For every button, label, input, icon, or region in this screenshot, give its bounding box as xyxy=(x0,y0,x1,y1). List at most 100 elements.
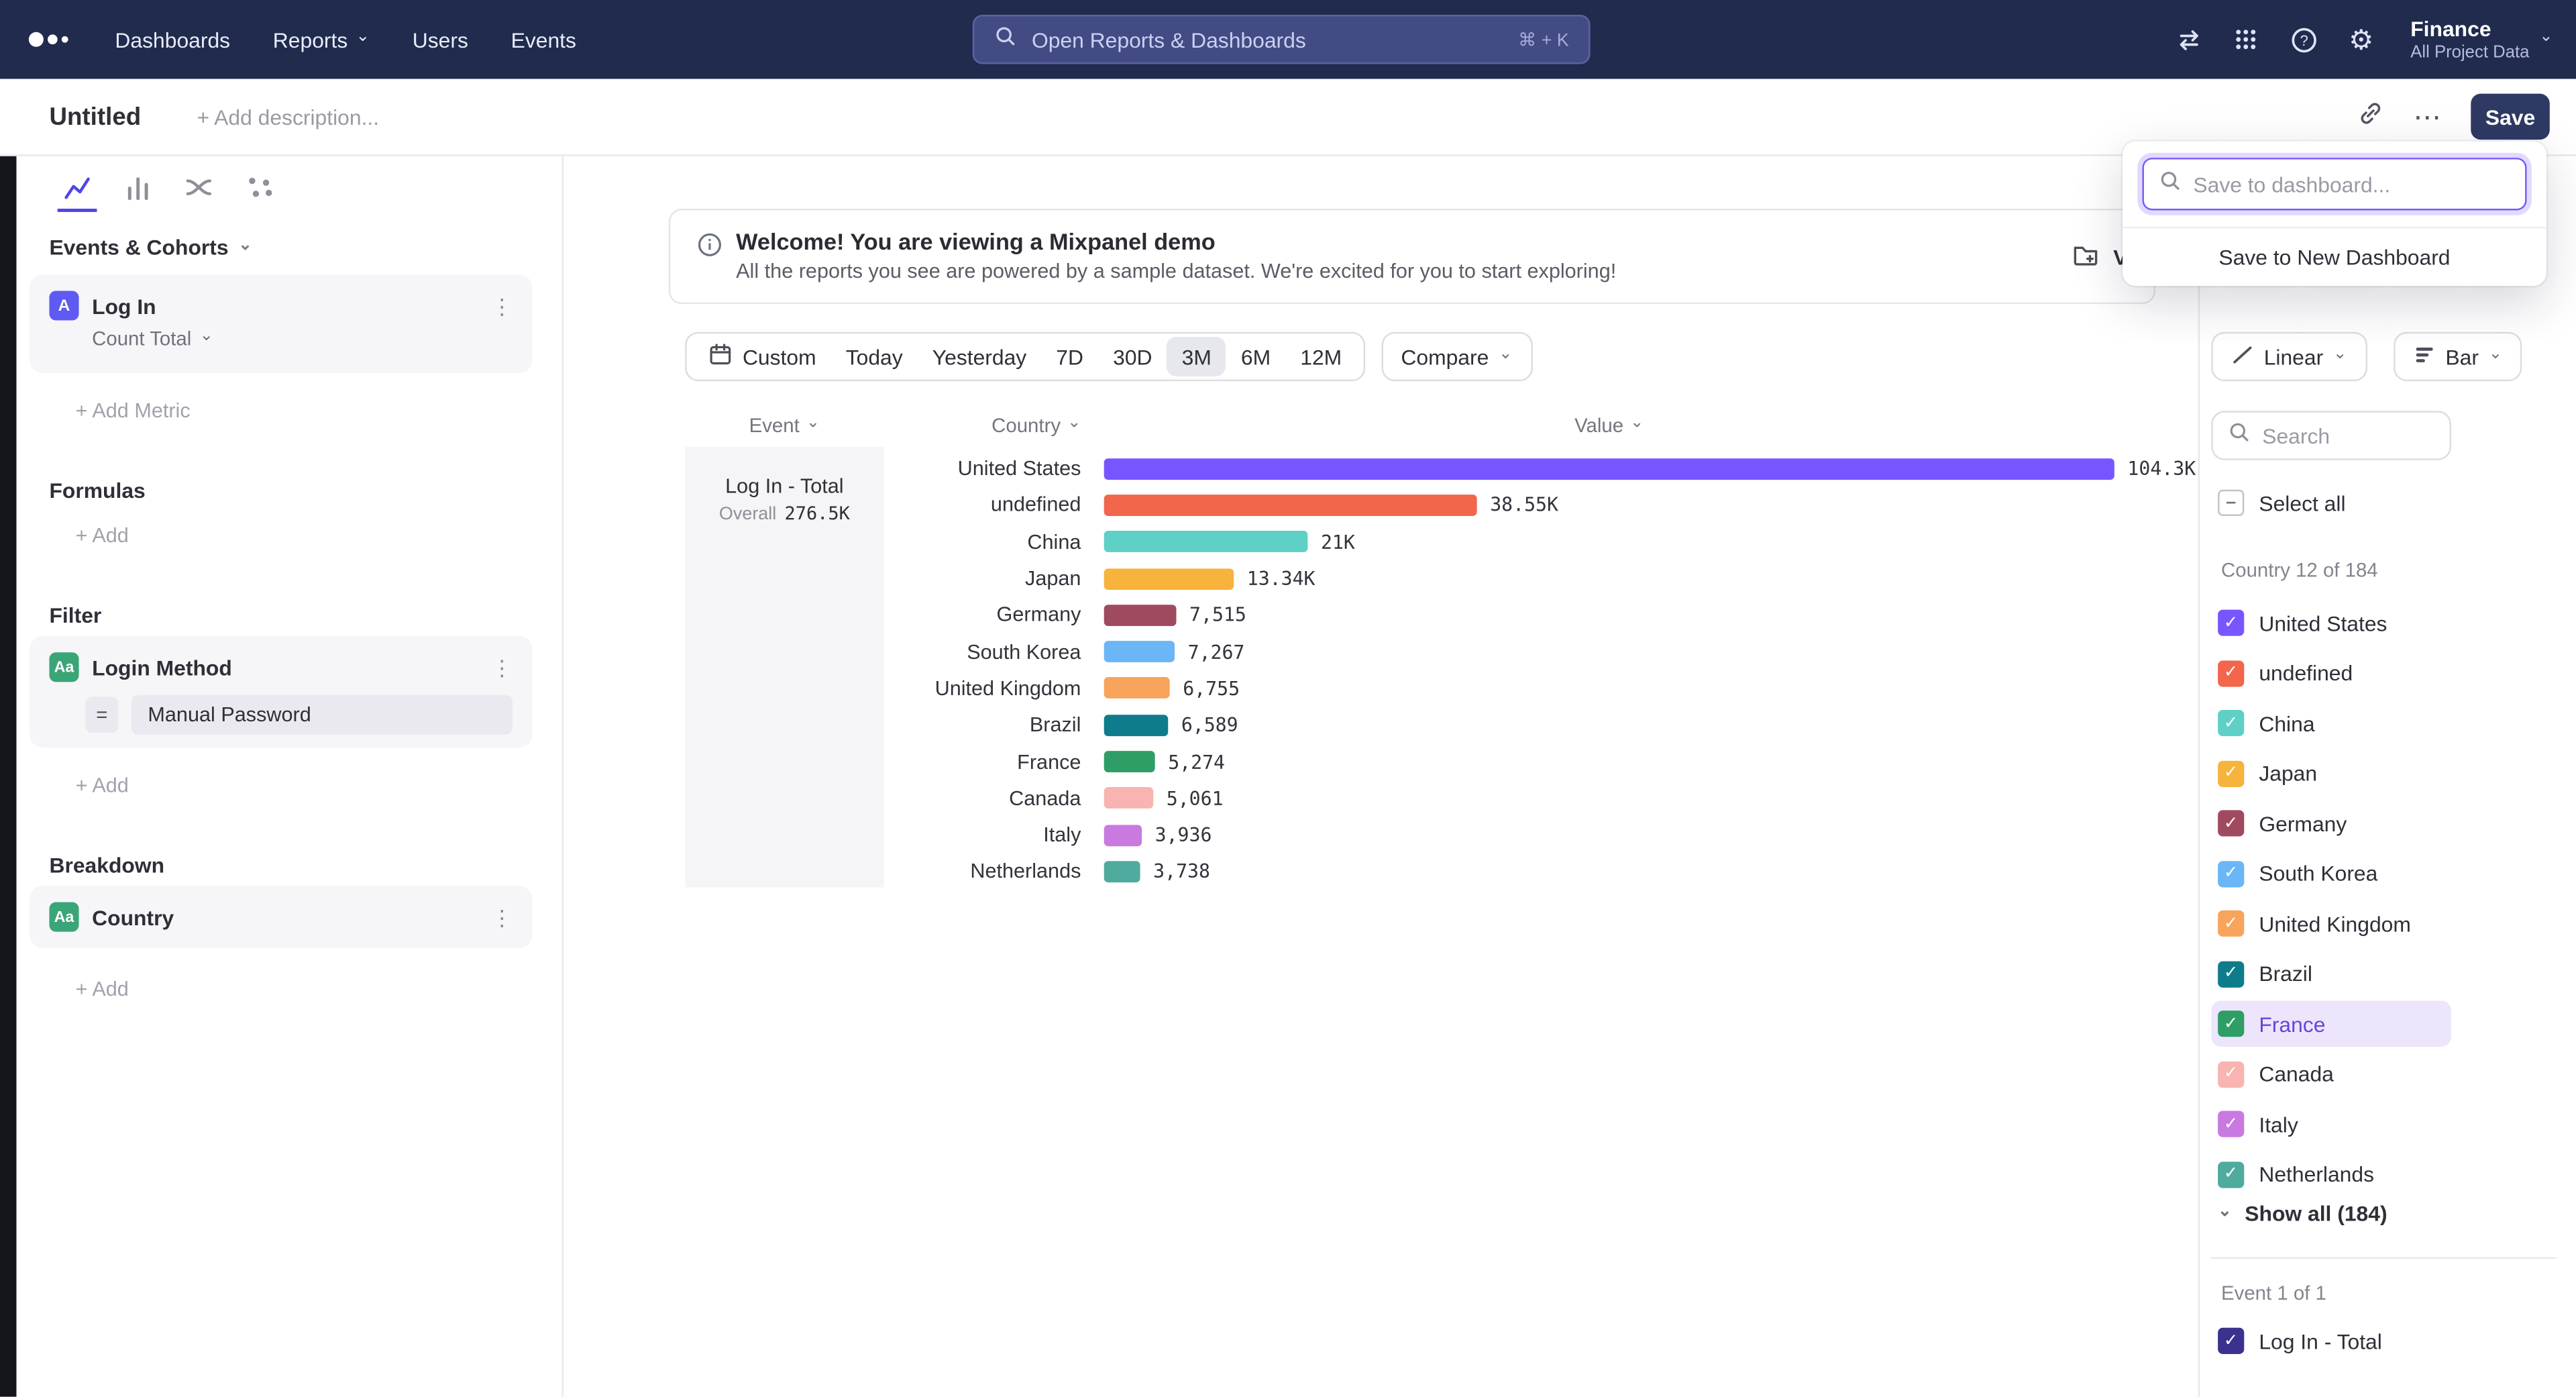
filter-card[interactable]: Aa Login Method ⋮ = Manual Password xyxy=(30,636,532,748)
add-description-placeholder[interactable]: + Add description... xyxy=(197,105,379,130)
country-checkbox-row[interactable]: ✓Canada xyxy=(2211,1051,2451,1097)
bar-segment[interactable] xyxy=(1104,824,1142,845)
breakdown-property-name[interactable]: Country xyxy=(92,904,174,929)
property-badge: Aa xyxy=(49,902,78,931)
country-checkbox-row[interactable]: ✓France xyxy=(2211,1000,2451,1047)
save-dashboard-search[interactable] xyxy=(2142,158,2526,210)
range-yesterday[interactable]: Yesterday xyxy=(918,337,1042,376)
filter-property-name[interactable]: Login Method xyxy=(92,655,232,680)
more-options-icon[interactable]: ⋯ xyxy=(2414,103,2442,131)
country-checkbox-row[interactable]: ✓undefined xyxy=(2211,650,2451,696)
range-30d[interactable]: 30D xyxy=(1098,337,1167,376)
column-header-event[interactable]: Event⌄ xyxy=(685,414,883,437)
range-7d[interactable]: 7D xyxy=(1041,337,1098,376)
bar-segment[interactable] xyxy=(1104,605,1177,626)
range-today[interactable]: Today xyxy=(831,337,918,376)
events-cohorts-label[interactable]: Events & Cohorts⌄ xyxy=(49,235,252,260)
tab-line-chart[interactable] xyxy=(58,166,97,212)
select-all-row[interactable]: – Select all xyxy=(2218,490,2345,516)
global-search-button[interactable]: Open Reports & Dashboards ⌘ + K xyxy=(973,15,1591,64)
country-checkbox-row[interactable]: ✓Italy xyxy=(2211,1101,2451,1147)
copy-link-icon[interactable] xyxy=(2357,99,2383,134)
checkbox-checked-icon[interactable]: ✓ xyxy=(2218,810,2244,836)
country-checkbox-row[interactable]: ✓United Kingdom xyxy=(2211,900,2451,947)
checkbox-checked-icon[interactable]: ✓ xyxy=(2218,1111,2244,1137)
range-3m[interactable]: 3M xyxy=(1167,337,1226,376)
checkbox-checked-icon[interactable]: ✓ xyxy=(2218,710,2244,736)
kebab-menu-icon[interactable]: ⋮ xyxy=(491,295,513,317)
tab-scatter[interactable] xyxy=(240,166,280,212)
country-checkbox-row[interactable]: ✓Netherlands xyxy=(2211,1151,2451,1198)
compare-button[interactable]: Compare⌄ xyxy=(1381,332,1532,381)
aggregation-selector[interactable]: Count Total⌄ xyxy=(30,321,532,350)
add-formula-button[interactable]: + Add xyxy=(76,524,129,547)
settings-gear-icon[interactable]: ⚙ xyxy=(2347,25,2376,54)
country-checkbox-row[interactable]: ✓Japan xyxy=(2211,750,2451,796)
bar-segment[interactable] xyxy=(1104,715,1169,736)
country-checkbox-row[interactable]: ✓United States xyxy=(2211,600,2451,646)
column-header-value[interactable]: Value⌄ xyxy=(1104,414,2114,437)
checkbox-checked-icon[interactable]: ✓ xyxy=(2218,660,2244,686)
checkbox-checked-icon[interactable]: ✓ xyxy=(2218,1061,2244,1087)
save-dashboard-input[interactable] xyxy=(2193,172,2510,197)
checkbox-checked-icon[interactable]: ✓ xyxy=(2218,610,2244,636)
save-button[interactable]: Save xyxy=(2471,94,2550,140)
checkbox-indeterminate-icon[interactable]: – xyxy=(2218,490,2244,516)
tab-bar-chart[interactable] xyxy=(118,166,158,212)
country-checkbox-row[interactable]: ✓Brazil xyxy=(2211,951,2451,997)
nav-item-reports[interactable]: Reports⌄ xyxy=(273,27,370,52)
filter-value-field[interactable]: Manual Password xyxy=(131,695,513,735)
checkbox-checked-icon[interactable]: ✓ xyxy=(2218,911,2244,937)
range-control: CustomTodayYesterday7D30D3M6M12M xyxy=(685,332,1364,381)
project-switcher[interactable]: Finance All Project Data ⌄ xyxy=(2404,16,2553,62)
range-12m[interactable]: 12M xyxy=(1285,337,1356,376)
checkbox-checked-icon[interactable]: ✓ xyxy=(2218,1161,2244,1187)
column-header-country[interactable]: Country⌄ xyxy=(896,414,1081,437)
mixpanel-logo[interactable] xyxy=(26,26,75,52)
bar-segment[interactable] xyxy=(1104,568,1234,589)
bar-segment[interactable] xyxy=(1104,458,2114,479)
help-icon[interactable]: ? xyxy=(2289,25,2318,54)
country-checkbox-row[interactable]: ✓South Korea xyxy=(2211,850,2451,896)
metric-name[interactable]: Log In xyxy=(92,293,156,318)
range-6m[interactable]: 6M xyxy=(1226,337,1285,376)
show-all-toggle[interactable]: ⌄ Show all (184) xyxy=(2218,1201,2387,1226)
segment-search-input[interactable] xyxy=(2262,423,2434,448)
nav-item-dashboards[interactable]: Dashboards xyxy=(115,27,230,52)
save-to-new-dashboard-option[interactable]: Save to New Dashboard xyxy=(2123,227,2546,286)
nav-item-events[interactable]: Events xyxy=(511,27,576,52)
metric-card[interactable]: A Log In ⋮ Count Total⌄ xyxy=(30,274,532,373)
country-checkbox-row[interactable]: ✓China xyxy=(2211,700,2451,746)
checkbox-checked-icon[interactable]: ✓ xyxy=(2218,860,2244,886)
chart-type-button[interactable]: Bar⌄ xyxy=(2393,332,2522,381)
add-breakdown-button[interactable]: + Add xyxy=(76,978,129,1000)
checkbox-checked-icon[interactable]: ✓ xyxy=(2218,1011,2244,1037)
apps-grid-icon[interactable] xyxy=(2231,25,2261,54)
country-checkbox-row[interactable]: ✓Germany xyxy=(2211,800,2451,847)
bar-segment[interactable] xyxy=(1104,861,1140,882)
checkbox-checked-icon[interactable]: ✓ xyxy=(2218,960,2244,986)
report-title[interactable]: Untitled xyxy=(49,103,141,131)
bar-segment[interactable] xyxy=(1104,531,1308,553)
tab-flows[interactable] xyxy=(179,166,219,212)
bar-segment[interactable] xyxy=(1104,788,1153,809)
range-custom[interactable]: Custom xyxy=(693,337,830,376)
checkbox-checked-icon[interactable]: ✓ xyxy=(2218,760,2244,786)
kebab-menu-icon[interactable]: ⋮ xyxy=(491,907,513,928)
event-checkbox-row[interactable]: ✓ Log In - Total xyxy=(2218,1318,2382,1364)
view-dashboard-button[interactable]: V xyxy=(2072,228,2127,284)
kebab-menu-icon[interactable]: ⋮ xyxy=(491,656,513,678)
segment-search[interactable] xyxy=(2211,411,2451,460)
bar-segment[interactable] xyxy=(1104,678,1170,699)
bar-segment[interactable] xyxy=(1104,751,1155,772)
breakdown-card[interactable]: Aa Country ⋮ xyxy=(30,886,532,948)
filter-operator[interactable]: = xyxy=(85,696,118,733)
nav-item-users[interactable]: Users xyxy=(413,27,468,52)
scale-selector-button[interactable]: Linear⌄ xyxy=(2211,332,2367,381)
data-in-out-icon[interactable] xyxy=(2174,25,2204,54)
add-metric-button[interactable]: + Add Metric xyxy=(76,399,191,422)
add-filter-button[interactable]: + Add xyxy=(76,774,129,796)
bar-segment[interactable] xyxy=(1104,495,1477,516)
bar-segment[interactable] xyxy=(1104,641,1175,662)
event-checkbox[interactable]: ✓ xyxy=(2218,1328,2244,1354)
